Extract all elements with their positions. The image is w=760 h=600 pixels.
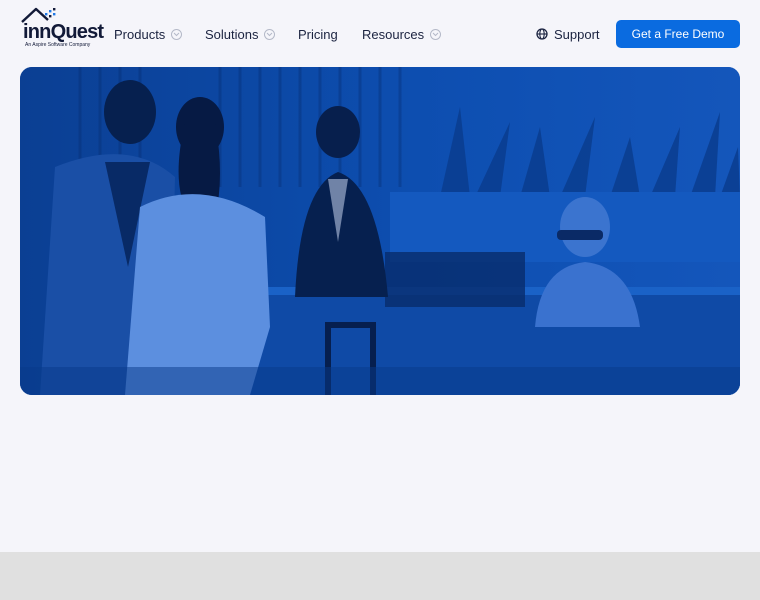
nav-pricing-label: Pricing	[298, 26, 338, 42]
hero-image	[20, 67, 740, 395]
logo-wordmark: innQuest	[23, 21, 104, 43]
footer-band	[0, 552, 760, 600]
innquest-logo[interactable]: innQuest An Aspire Software Company	[20, 7, 104, 49]
top-navbar: innQuest An Aspire Software Company Prod…	[0, 0, 760, 68]
nav-solutions-label: Solutions	[205, 26, 259, 42]
support-label: Support	[554, 26, 600, 42]
chevron-down-icon	[264, 28, 276, 40]
nav-solutions[interactable]: Solutions	[205, 24, 276, 44]
chevron-down-icon	[430, 28, 442, 40]
nav-products[interactable]: Products	[114, 24, 183, 44]
nav-resources-label: Resources	[362, 26, 425, 42]
nav-products-label: Products	[114, 26, 166, 42]
globe-icon	[536, 28, 548, 40]
logo-tagline: An Aspire Software Company	[25, 42, 91, 48]
chevron-down-icon	[171, 28, 183, 40]
get-free-demo-button[interactable]: Get a Free Demo	[616, 20, 740, 48]
nav-resources[interactable]: Resources	[362, 24, 442, 44]
nav-pricing[interactable]: Pricing	[298, 24, 338, 44]
support-link[interactable]: Support	[536, 24, 600, 44]
hotel-front-desk-photo	[20, 67, 740, 395]
